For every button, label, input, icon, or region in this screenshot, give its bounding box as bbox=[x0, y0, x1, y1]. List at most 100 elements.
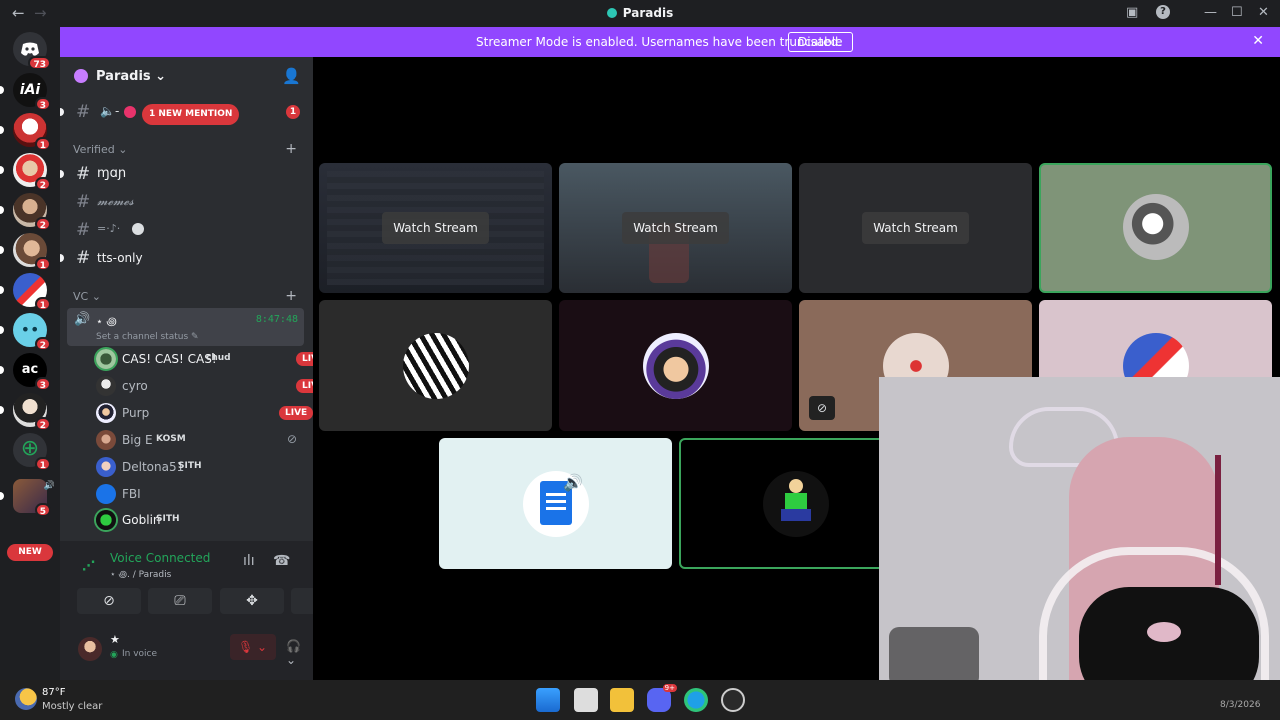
add-server-button[interactable]: ⊕ 1 bbox=[13, 433, 51, 471]
dm-avatar[interactable]: 2 bbox=[0, 153, 51, 191]
signal-icon[interactable]: ⋰ bbox=[82, 559, 95, 574]
member-name: CAS! CAS! CAS! bbox=[122, 352, 217, 366]
avatar bbox=[96, 484, 116, 504]
mic-muted-icon: 🎙 bbox=[238, 640, 254, 654]
user-status: ◉ In voice bbox=[110, 649, 158, 660]
channel-status[interactable]: Set a channel status ✎ bbox=[96, 332, 199, 342]
mute-button[interactable]: 🎙 ⌄ bbox=[230, 634, 276, 660]
voice-member[interactable]: Goblin SITH bbox=[96, 509, 306, 531]
dm-avatar[interactable]: 1 bbox=[0, 273, 51, 311]
channel-item[interactable]: # 𝓶𝓮𝓶𝓮𝓼 bbox=[68, 190, 308, 214]
create-channel-icon[interactable]: + bbox=[285, 141, 297, 157]
edge-browser-icon[interactable] bbox=[684, 688, 708, 712]
server-icon[interactable]: iAi 3 bbox=[0, 73, 51, 111]
discord-taskbar-icon[interactable]: 9+ bbox=[647, 684, 677, 712]
disconnect-icon[interactable]: ☎ bbox=[273, 553, 290, 569]
hash-icon: # bbox=[76, 102, 91, 122]
dm-avatar[interactable]: •• 2 bbox=[0, 313, 51, 351]
voice-connected-label[interactable]: Voice Connected bbox=[110, 551, 210, 565]
camera-off-icon: ⊘ bbox=[103, 593, 115, 609]
task-view-icon[interactable] bbox=[574, 688, 598, 712]
channel-item[interactable]: # tts-only bbox=[60, 246, 308, 270]
app-icon[interactable] bbox=[721, 688, 745, 712]
server-boost-icon bbox=[74, 69, 88, 83]
invite-people-icon[interactable]: 👤 bbox=[282, 67, 301, 85]
voice-member[interactable]: Purp LIVE bbox=[96, 402, 314, 424]
maximize-button[interactable]: ☐ bbox=[1231, 5, 1243, 20]
server-header[interactable]: Paradis ⌄ 👤 bbox=[60, 57, 313, 98]
create-channel-icon[interactable]: + bbox=[285, 288, 297, 304]
close-icon[interactable]: ✕ bbox=[1252, 33, 1264, 49]
file-explorer-icon[interactable] bbox=[610, 688, 634, 712]
watch-stream-button[interactable]: Watch Stream bbox=[622, 212, 729, 244]
noise-suppression-icon[interactable]: ılı bbox=[243, 553, 255, 569]
minimize-button[interactable]: — bbox=[1204, 5, 1217, 20]
app-icon bbox=[606, 8, 617, 18]
mention-badge: 2 bbox=[34, 417, 51, 431]
webcam-preview bbox=[879, 377, 1280, 706]
member-name: Big E bbox=[122, 433, 153, 447]
voice-member[interactable]: cyroLIVE bbox=[96, 375, 331, 397]
camera-button[interactable]: ⊘ bbox=[77, 588, 141, 614]
voice-channel-name: ⋆ ꩜ bbox=[96, 315, 117, 328]
dm-avatar[interactable]: 2 bbox=[0, 193, 51, 231]
dm-avatar[interactable]: 1 bbox=[0, 113, 51, 151]
participant-tile-speaking[interactable] bbox=[1039, 163, 1272, 293]
avatar bbox=[763, 471, 829, 537]
new-servers-pill[interactable]: NEW bbox=[7, 544, 53, 561]
category-verified[interactable]: Verified ⌄ bbox=[73, 143, 127, 156]
channel-item[interactable]: # =⁠·♪· bbox=[68, 218, 308, 242]
participant-tile-speaking[interactable] bbox=[679, 438, 912, 569]
channel-badge: 1 bbox=[286, 105, 300, 119]
stream-tile[interactable]: Watch Stream bbox=[559, 163, 792, 293]
voice-member[interactable]: Deltona51 SITH bbox=[96, 456, 306, 478]
channel-emoji-icon bbox=[124, 106, 136, 118]
voice-channel-path[interactable]: ⋆ ꩜. / Paradis bbox=[110, 568, 171, 581]
inbox-icon[interactable]: ▣ bbox=[1126, 5, 1138, 20]
mention-badge: 2 bbox=[34, 217, 51, 231]
voice-member[interactable]: FBI bbox=[96, 483, 306, 505]
new-mention-pill[interactable]: 1 NEW MENTION bbox=[142, 104, 240, 125]
category-vc[interactable]: VC ⌄ bbox=[73, 290, 101, 303]
voice-member[interactable]: Big E KOSM ⊘ bbox=[96, 429, 306, 451]
weather-desc[interactable]: Mostly clear bbox=[42, 701, 102, 712]
help-icon[interactable]: ? bbox=[1156, 5, 1170, 19]
dm-avatar[interactable]: 1 bbox=[0, 233, 51, 271]
windows-start-icon[interactable] bbox=[536, 688, 560, 712]
close-window-button[interactable]: ✕ bbox=[1258, 5, 1269, 20]
watch-stream-button[interactable]: Watch Stream bbox=[862, 212, 969, 244]
server-icon[interactable]: ac 3 bbox=[0, 353, 51, 391]
home-button[interactable]: 73 bbox=[13, 32, 51, 70]
hash-icon: # bbox=[76, 164, 91, 184]
clock-date[interactable]: 8/3/2026 bbox=[1220, 700, 1260, 710]
voice-member[interactable]: CAS! CAS! CAS!chudLIVE bbox=[96, 348, 331, 370]
avatar[interactable] bbox=[78, 637, 102, 661]
mention-badge: 2 bbox=[34, 177, 51, 191]
server-name: Paradis ⌄ bbox=[96, 69, 167, 84]
member-tag: SITH bbox=[156, 514, 180, 524]
screen-share-button[interactable]: ⎚ bbox=[148, 588, 212, 614]
stream-tile[interactable]: Watch Stream bbox=[319, 163, 552, 293]
speaker-icon: 🔈- bbox=[100, 104, 120, 118]
server-icon[interactable]: 🔊 5 bbox=[0, 479, 55, 517]
participant-tile[interactable] bbox=[319, 300, 552, 431]
disable-button[interactable]: Disable bbox=[788, 32, 853, 52]
hash-icon: # bbox=[76, 192, 91, 212]
mention-badge: 5 bbox=[34, 503, 51, 517]
stream-tile[interactable]: Watch Stream bbox=[799, 163, 1032, 293]
participant-tile[interactable]: 🔊 bbox=[439, 438, 672, 569]
dm-avatar[interactable]: 2 bbox=[0, 393, 51, 431]
channel-item[interactable]: # ɱɑɲ bbox=[60, 162, 308, 186]
participant-tile[interactable] bbox=[559, 300, 792, 431]
member-tag: SITH bbox=[178, 461, 202, 471]
watch-stream-button[interactable]: Watch Stream bbox=[382, 212, 489, 244]
window-title: Paradis bbox=[622, 6, 674, 20]
weather-moon-icon[interactable] bbox=[15, 688, 37, 710]
voice-channel-item[interactable]: 🔊 ⋆ ꩜ 8:47:48 Set a channel status ✎ bbox=[67, 308, 304, 346]
weather-temp[interactable]: 87°F bbox=[42, 687, 65, 698]
member-name: Goblin bbox=[122, 513, 161, 527]
mic-muted-icon: ⊘ bbox=[809, 396, 835, 420]
activities-button[interactable]: ✥ bbox=[220, 588, 284, 614]
speaker-icon: 🔊 bbox=[74, 312, 91, 327]
headphones-icon[interactable]: 🎧 ⌄ bbox=[286, 639, 313, 667]
